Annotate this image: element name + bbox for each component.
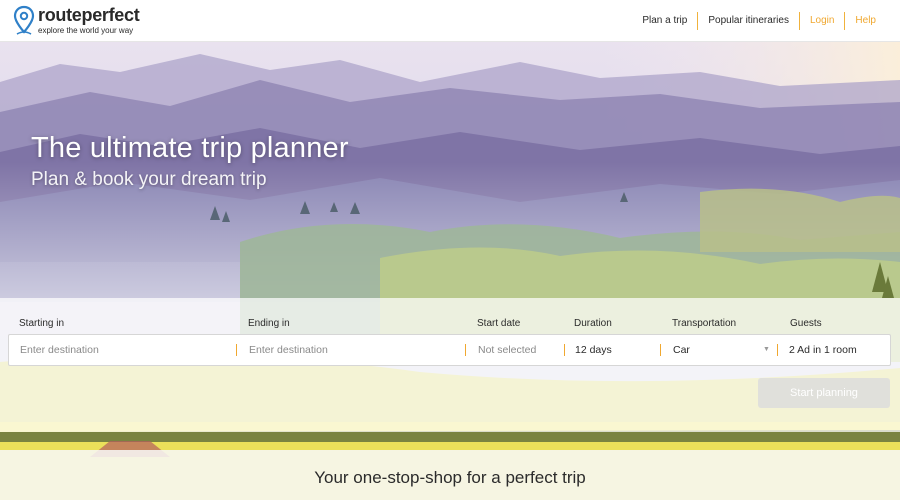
ending-destination-input[interactable]: Enter destination (249, 335, 464, 365)
top-nav: Plan a trip Popular itineraries Login He… (632, 11, 886, 31)
site-header: routeperfect explore the world your way … (0, 0, 900, 42)
field-divider (465, 344, 466, 356)
hero-banner: The ultimate trip planner Plan & book yo… (0, 42, 900, 500)
nav-login[interactable]: Login (800, 11, 844, 31)
brand-name: routeperfect (38, 5, 140, 25)
hero-title: The ultimate trip planner (31, 132, 349, 164)
chevron-down-icon[interactable]: ▼ (763, 346, 770, 353)
nav-popular-itineraries[interactable]: Popular itineraries (698, 11, 799, 31)
trip-search-panel: Starting in Ending in Start date Duratio… (0, 298, 900, 432)
field-divider (660, 344, 661, 356)
hero-subtitle: Plan & book your dream trip (31, 169, 267, 190)
duration-label: Duration (574, 318, 612, 329)
nav-plan-a-trip[interactable]: Plan a trip (632, 11, 697, 31)
field-divider (564, 344, 565, 356)
intro-section: Your one-stop-shop for a perfect trip (0, 450, 900, 500)
field-divider (777, 344, 778, 356)
location-pin-icon (13, 5, 35, 35)
field-divider (236, 344, 237, 356)
starting-destination-input[interactable]: Enter destination (20, 335, 235, 365)
duration-field[interactable]: 12 days (575, 335, 657, 365)
nav-help[interactable]: Help (845, 11, 886, 31)
ending-label: Ending in (248, 318, 290, 329)
transportation-label: Transportation (672, 318, 737, 329)
brand-tagline: explore the world your way (38, 26, 134, 35)
start-date-field[interactable]: Not selected (478, 335, 562, 365)
search-fields-row: Enter destination Enter destination Not … (8, 334, 891, 366)
section-heading: Your one-stop-shop for a perfect trip (314, 468, 586, 487)
guests-label: Guests (790, 318, 822, 329)
guests-field[interactable]: 2 Ad in 1 room (789, 335, 889, 365)
starting-label: Starting in (19, 318, 65, 329)
start-planning-button[interactable]: Start planning (758, 378, 890, 408)
brand-logo[interactable]: routeperfect explore the world your way (12, 5, 140, 37)
start-date-label: Start date (477, 318, 521, 329)
transportation-select[interactable]: Car (673, 335, 763, 365)
